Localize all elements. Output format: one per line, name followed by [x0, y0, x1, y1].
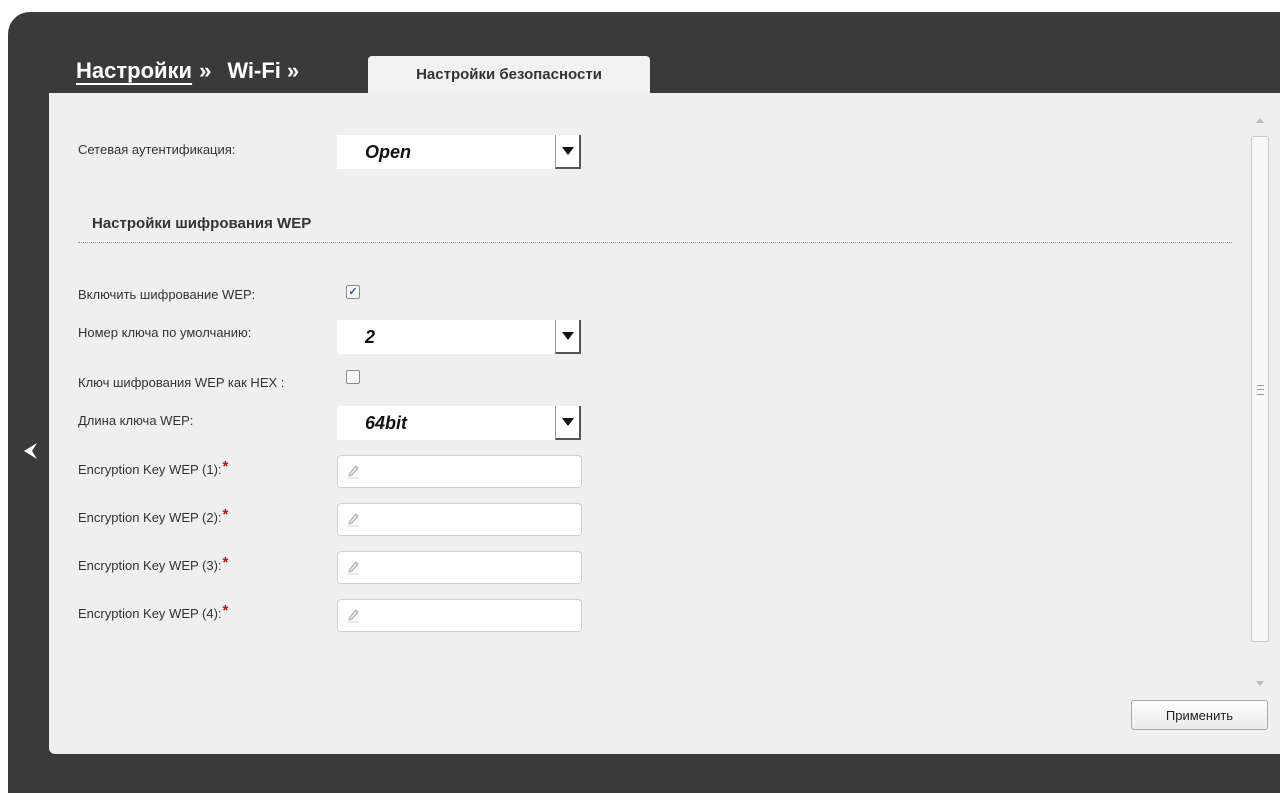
enable-wep-checkbox[interactable]: ✓ [346, 285, 360, 299]
breadcrumb-settings-link[interactable]: Настройки [76, 58, 192, 84]
chevron-left-icon[interactable] [20, 440, 40, 462]
apply-button[interactable]: Применить [1131, 700, 1268, 730]
pencil-icon [348, 465, 359, 479]
enable-wep-label: Включить шифрование WEP: [78, 287, 256, 302]
encryption-key-1-label: Encryption Key WEP (1):* [78, 458, 229, 477]
default-key-label: Номер ключа по умолчанию: [78, 325, 252, 340]
network-auth-label: Сетевая аутентификация: [78, 142, 236, 157]
encryption-key-2-input[interactable] [337, 503, 582, 536]
encryption-key-2-label: Encryption Key WEP (2):* [78, 506, 229, 525]
key-length-select[interactable]: 64bit [337, 406, 581, 440]
network-auth-value: Open [365, 142, 412, 162]
required-mark: * [222, 458, 229, 475]
breadcrumb-separator: » [199, 58, 212, 83]
encryption-key-4-input[interactable] [337, 599, 582, 632]
vertical-scrollbar[interactable] [1251, 112, 1269, 688]
scroll-up-icon[interactable] [1256, 118, 1264, 123]
breadcrumb: Настройки » Wi-Fi » [76, 58, 299, 84]
default-key-value: 2 [365, 327, 376, 347]
required-mark: * [222, 554, 229, 571]
section-divider [78, 242, 1232, 243]
breadcrumb-separator: » [286, 58, 300, 83]
wep-section-title: Настройки шифрования WEP [92, 215, 312, 232]
encryption-key-3-label: Encryption Key WEP (3):* [78, 554, 229, 573]
dropdown-arrow-icon[interactable] [555, 135, 581, 169]
key-length-label: Длина ключа WEP: [78, 413, 194, 428]
network-auth-select[interactable]: Open [337, 135, 581, 169]
pencil-icon [348, 561, 359, 575]
grip-icon [1257, 385, 1264, 395]
encryption-key-4-label: Encryption Key WEP (4):* [78, 602, 229, 621]
wep-hex-label: Ключ шифрования WEP как HEX : [78, 375, 285, 390]
required-mark: * [222, 602, 229, 619]
pencil-icon [348, 609, 359, 623]
key-length-value: 64bit [365, 413, 408, 433]
wep-hex-checkbox[interactable] [346, 370, 360, 384]
scroll-down-icon[interactable] [1256, 681, 1264, 686]
encryption-key-3-input[interactable] [337, 551, 582, 584]
encryption-key-1-input[interactable] [337, 455, 582, 488]
default-key-select[interactable]: 2 [337, 320, 581, 354]
dropdown-arrow-icon[interactable] [555, 320, 581, 354]
settings-panel [49, 93, 1280, 754]
breadcrumb-wifi-link[interactable]: Wi-Fi [227, 58, 281, 84]
tab-security-settings[interactable]: Настройки безопасности [368, 56, 650, 93]
scrollbar-thumb[interactable] [1251, 136, 1269, 642]
required-mark: * [222, 506, 229, 523]
dropdown-arrow-icon[interactable] [555, 406, 581, 440]
pencil-icon [348, 513, 359, 527]
